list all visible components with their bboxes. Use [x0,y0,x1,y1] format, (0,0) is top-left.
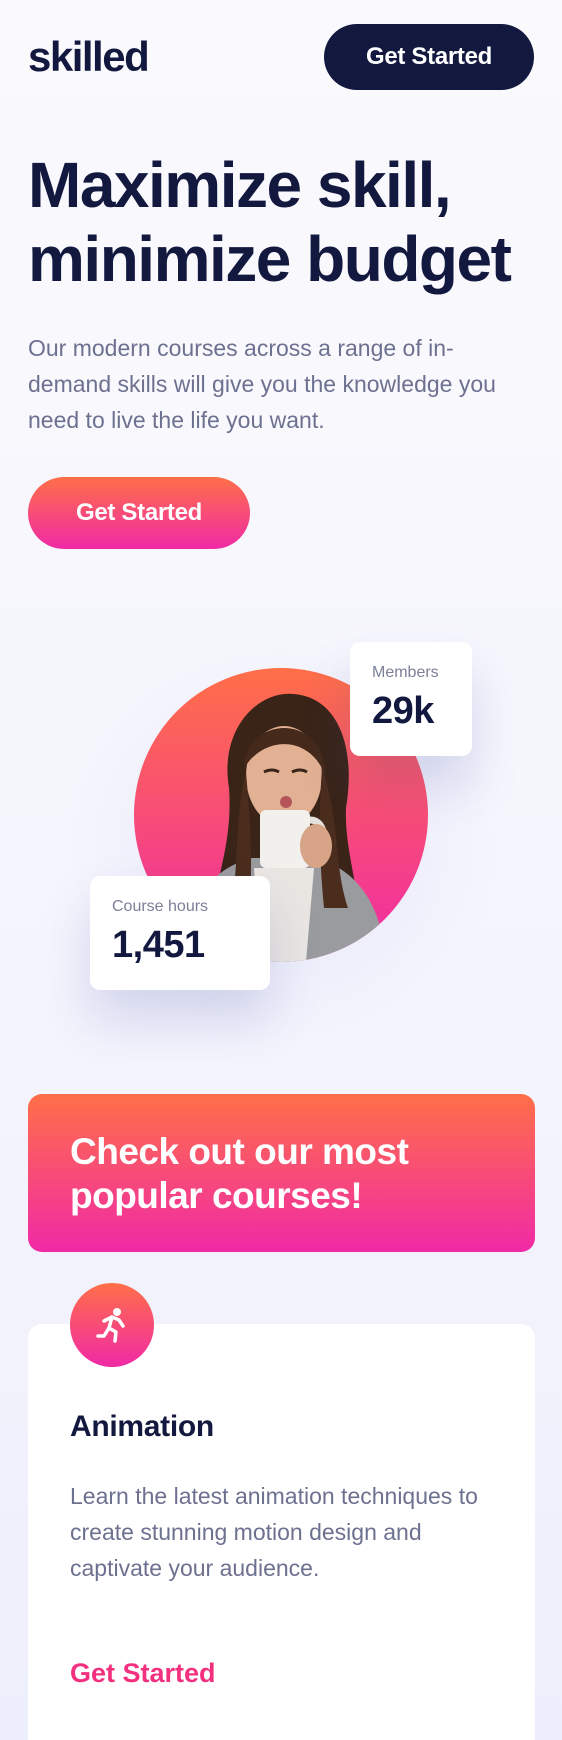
logo[interactable]: skilled [28,33,150,81]
course-hours-value: 1,451 [112,924,205,966]
course-hours-label: Course hours [112,898,209,915]
course-get-started-link[interactable]: Get Started [70,1658,216,1689]
members-stat-card: Members 29k [350,642,472,756]
header-get-started-button[interactable]: Get Started [324,24,534,90]
course-title: Animation [70,1410,214,1443]
popular-courses-banner: Check out our most popular courses! [28,1094,535,1252]
running-person-glyph [96,1308,125,1343]
popular-courses-heading: Check out our most popular courses! [70,1131,409,1216]
hero-title: Maximize skill, minimize budget [28,149,512,295]
hero-get-started-button[interactable]: Get Started [28,477,250,549]
members-label: Members [372,664,439,681]
course-description: Learn the latest animation techniques to… [70,1483,478,1581]
hero-visual: Members 29k Course hours 1,451 [60,630,510,1050]
course-hours-stat-card: Course hours 1,451 [90,876,270,990]
running-person-icon [70,1283,154,1367]
site-header: skilled Get Started [28,24,534,90]
hero-description: Our modern courses across a range of in-… [28,335,496,433]
members-value: 29k [372,690,434,732]
